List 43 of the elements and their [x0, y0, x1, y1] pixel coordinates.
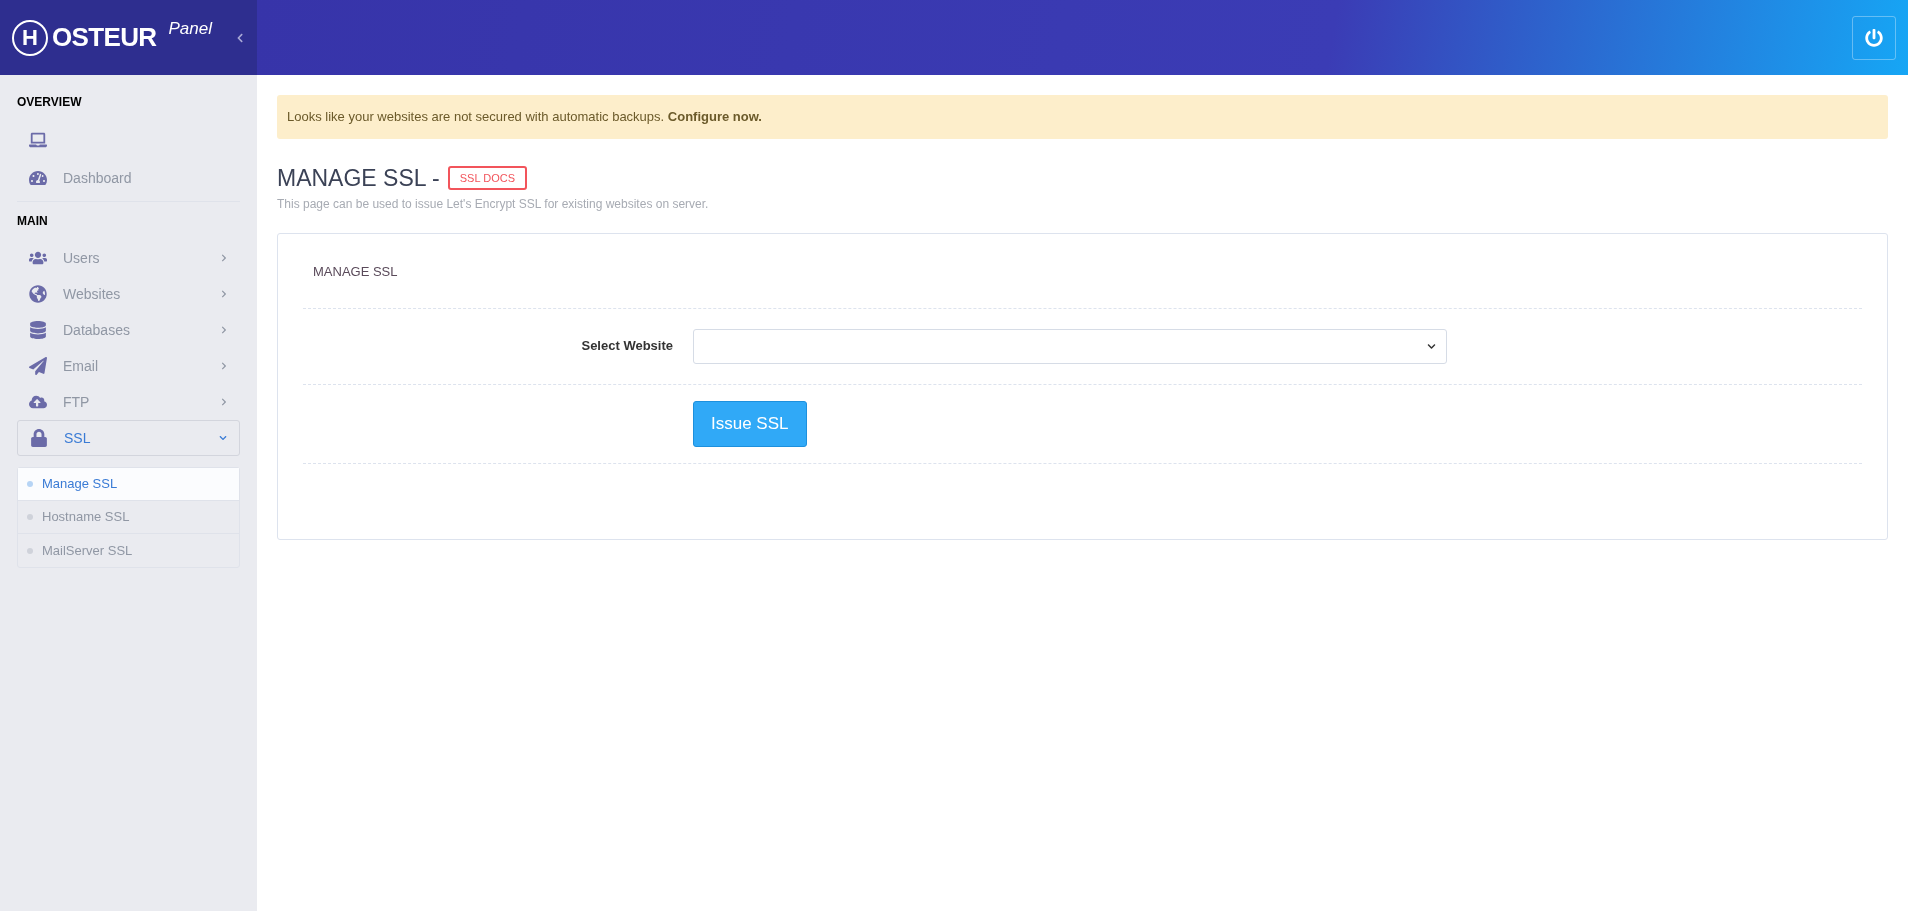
nav-item[interactable]: Users [17, 240, 240, 276]
section-heading: OVERVIEW [17, 94, 83, 111]
chevron-right-icon [220, 398, 228, 406]
laptop-icon [29, 131, 47, 149]
bullet-icon [27, 514, 33, 520]
globe-icon [29, 285, 47, 303]
chevron-right-icon [220, 362, 228, 370]
lock-icon [30, 429, 48, 447]
logo-suffix: Panel [168, 18, 212, 40]
field-label: Select Website [580, 337, 674, 356]
database-icon [29, 321, 47, 339]
logo-mark: H [12, 19, 48, 56]
card-title: MANAGE SSL [303, 234, 1862, 309]
chevron-right-icon [220, 290, 228, 298]
section-heading: MAIN [17, 213, 49, 230]
nav-item[interactable]: Databases [17, 312, 240, 348]
chevron-right-icon [220, 254, 228, 262]
issue-ssl-button[interactable]: Issue SSL [693, 400, 807, 447]
docs-button[interactable]: SSL DOCS [447, 165, 527, 190]
nav-item[interactable]: SSL [17, 420, 240, 456]
nav-item[interactable]: Websites [17, 276, 240, 312]
page-title: MANAGE SSL - [277, 163, 440, 193]
paper-plane-icon [29, 357, 47, 375]
chevron-down-icon [1427, 341, 1436, 351]
submenu-item[interactable]: Hostname SSL [18, 501, 239, 534]
chevron-right-icon [220, 326, 228, 334]
cloud-upload-icon [29, 393, 47, 411]
submenu-item[interactable]: MailServer SSL [18, 534, 239, 567]
bullet-icon [27, 481, 33, 487]
collapse-icon[interactable] [235, 32, 245, 43]
users-icon [29, 249, 47, 267]
logo-text: OSTEUR [52, 21, 157, 54]
gauge-icon [29, 169, 47, 187]
nav-item[interactable]: FTP [17, 384, 240, 420]
nav-item[interactable]: Email [17, 348, 240, 384]
chevron-down-icon [219, 434, 227, 442]
bullet-icon [27, 547, 33, 554]
power-icon [1865, 28, 1883, 47]
page-subtitle: This page can be used to issue Let's Encrypt SSL for existing websites on server. [277, 196, 710, 213]
alert-text: Looks like your websites are not secured with automatic backups. Configure now. [287, 109, 762, 124]
nav-item[interactable]: Dashboard [17, 159, 240, 197]
power-button[interactable] [1852, 15, 1896, 60]
submenu-item[interactable]: Manage SSL [18, 468, 239, 501]
